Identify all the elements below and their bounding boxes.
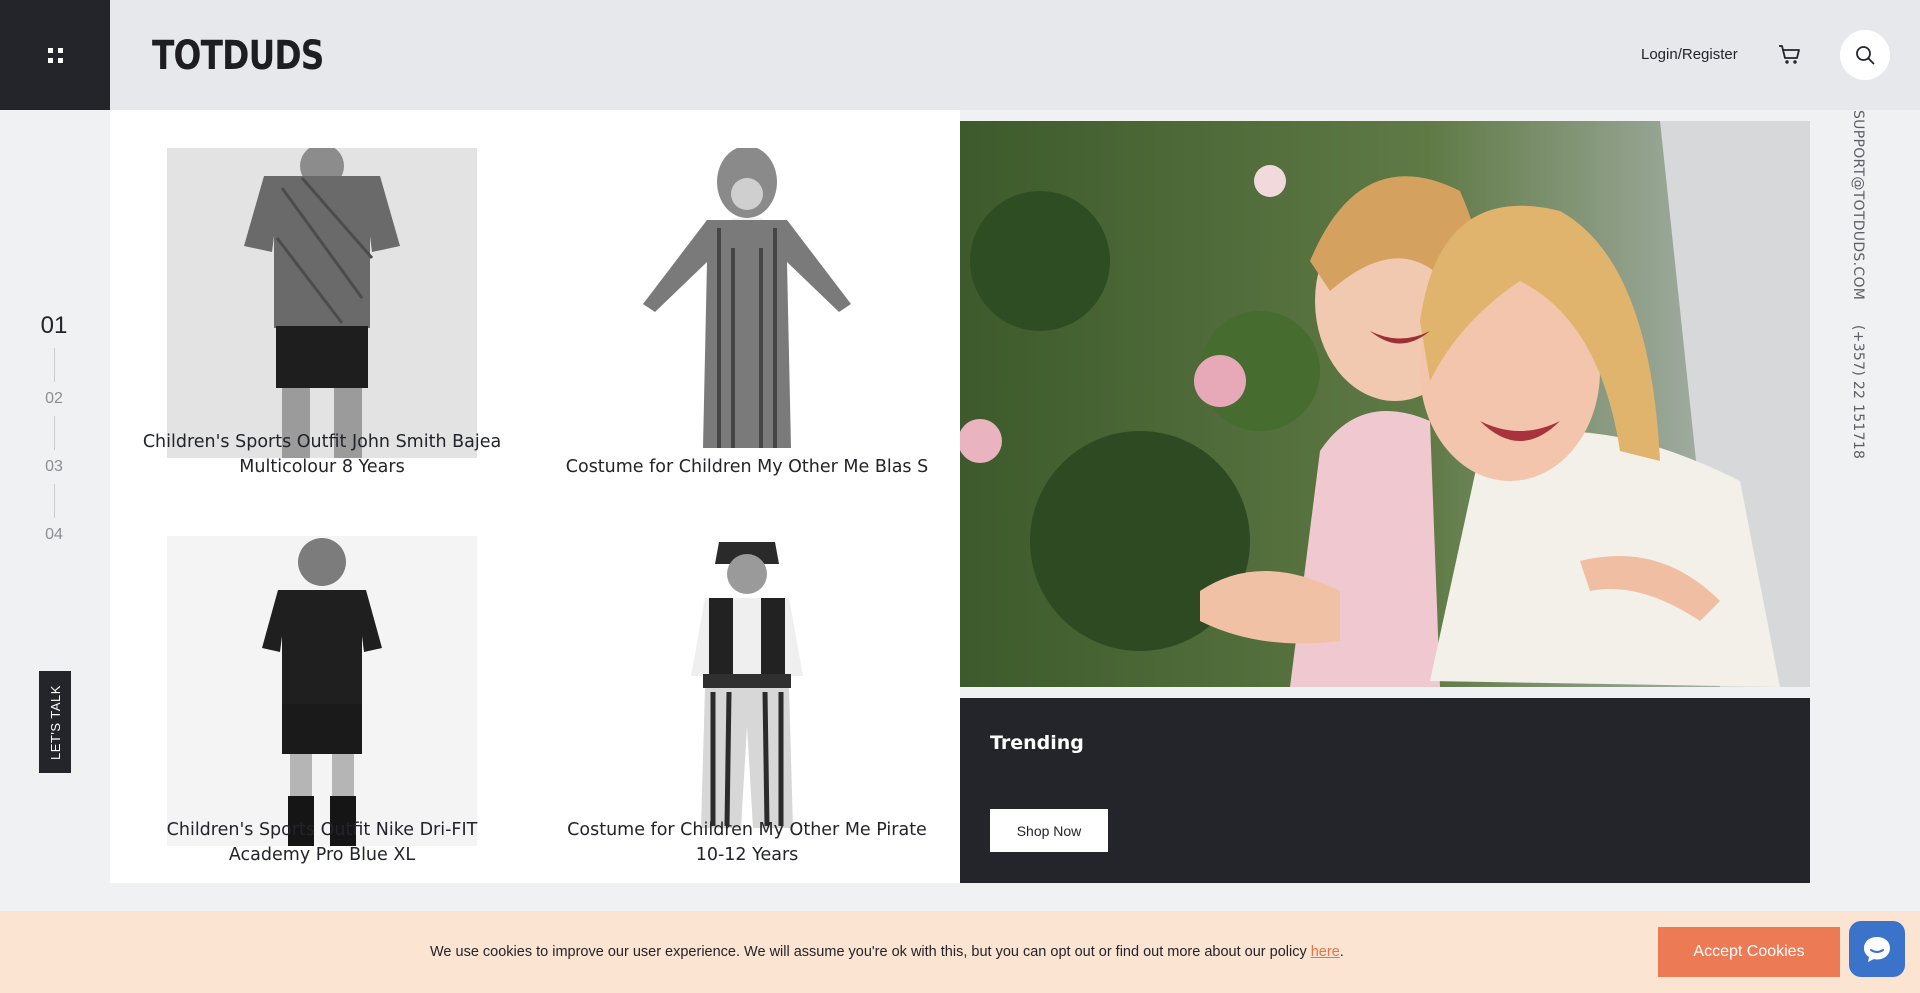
lets-talk-button[interactable]: LET'S TALK	[39, 671, 71, 773]
support-email[interactable]: SUPPORT@TOTDUDS.COM	[1850, 110, 1866, 300]
menu-button[interactable]	[0, 0, 110, 110]
product-image	[592, 148, 902, 458]
trending-panel: Trending Shop Now	[960, 698, 1810, 883]
product-image	[167, 148, 477, 458]
chat-button[interactable]	[1849, 921, 1905, 977]
pager-divider	[53, 348, 55, 382]
grid-menu-icon	[47, 47, 63, 63]
accept-cookies-button[interactable]: Accept Cookies	[1658, 927, 1840, 977]
logo[interactable]: TOTDUDS	[148, 14, 338, 98]
product-title: Children's Sports Outfit John Smith Baje…	[142, 432, 502, 477]
login-register-link[interactable]: Login/Register	[1641, 46, 1738, 63]
pager-divider	[53, 484, 55, 518]
lets-talk-label: LET'S TALK	[47, 684, 63, 760]
search-icon	[1856, 46, 1875, 65]
shop-now-button[interactable]: Shop Now	[990, 809, 1108, 852]
header: TOTDUDS Login/Register	[110, 0, 1920, 110]
product-title: Children's Sports Outfit Nike Dri-FIT Ac…	[166, 820, 478, 865]
product-title: Costume for Children My Other Me Blas S	[565, 457, 929, 477]
product-image	[592, 536, 902, 846]
trending-title: Trending	[990, 732, 1084, 754]
contact-info: SUPPORT@TOTDUDS.COM (+357) 22 151718	[1848, 110, 1884, 459]
cookie-banner: We use cookies to improve our user exper…	[0, 911, 1920, 993]
pager-item-03[interactable]: 03	[30, 458, 78, 476]
cookie-policy-link[interactable]: here	[1311, 944, 1340, 960]
cart-icon[interactable]	[1778, 44, 1802, 66]
pager-item-04[interactable]: 04	[30, 526, 78, 544]
brand-name: TOTDUDS	[152, 33, 324, 79]
product-card[interactable]: Costume for Children My Other Me Blas S	[552, 110, 942, 490]
search-button[interactable]	[1840, 30, 1890, 80]
pager-item-01[interactable]: 01	[30, 312, 78, 340]
cookie-message: We use cookies to improve our user exper…	[430, 944, 1344, 960]
chat-icon	[1864, 937, 1890, 962]
product-grid: Children's Sports Outfit John Smith Baje…	[110, 110, 960, 883]
product-card[interactable]: Children's Sports Outfit Nike Dri-FIT Ac…	[127, 498, 517, 878]
product-card[interactable]: Costume for Children My Other Me Pirate …	[552, 498, 942, 878]
product-image	[167, 536, 477, 846]
slide-pager: 01 02 03 04	[30, 312, 78, 544]
pager-item-02[interactable]: 02	[30, 390, 78, 408]
pager-divider	[53, 416, 55, 450]
product-card[interactable]: Children's Sports Outfit John Smith Baje…	[127, 110, 517, 490]
support-phone[interactable]: (+357) 22 151718	[1850, 325, 1866, 459]
hero-image	[960, 121, 1810, 687]
product-title: Costume for Children My Other Me Pirate …	[567, 820, 927, 865]
